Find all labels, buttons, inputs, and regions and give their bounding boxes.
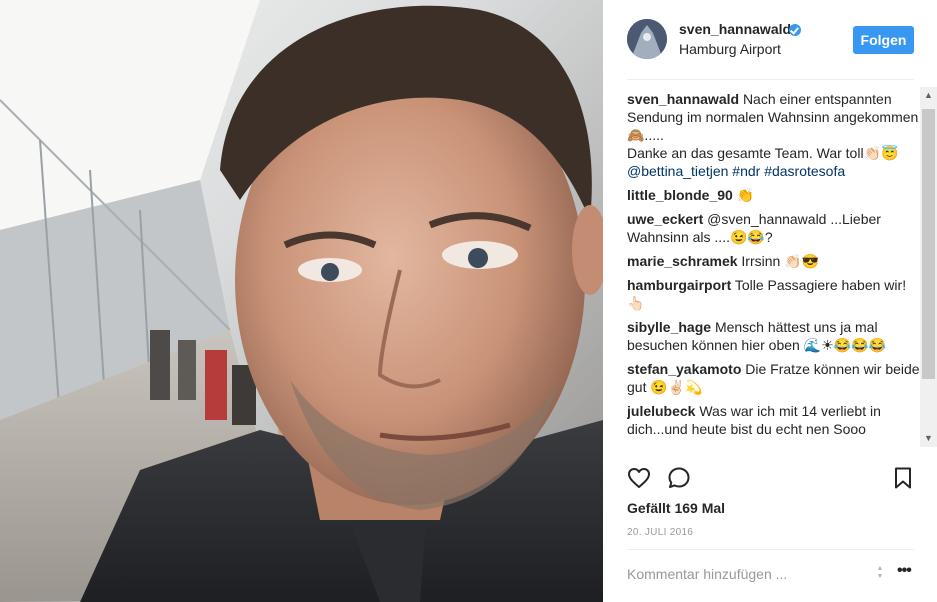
post-location[interactable]: Hamburg Airport [679, 41, 781, 57]
avatar-image [627, 19, 667, 59]
likes-count[interactable]: Gefällt 169 Mal [627, 500, 725, 516]
comment-item: hamburgairport Tolle Passagiere haben wi… [627, 276, 923, 312]
caption-hashtags[interactable]: @bettina_tietjen #ndr #dasrotesofa [627, 162, 923, 180]
scroll-up-arrow-icon[interactable]: ▲ [920, 87, 937, 104]
comment-item: marie_schramek Irrsinn 👏🏻😎 [627, 252, 923, 270]
comment-item: little_blonde_90 👏 [627, 186, 923, 204]
post-date[interactable]: 20. JULI 2016 [627, 527, 693, 538]
comment-author[interactable]: little_blonde_90 [627, 187, 733, 203]
post-author-username[interactable]: sven_hannawald [679, 21, 791, 37]
verified-badge-icon [789, 24, 801, 36]
bookmark-icon[interactable] [891, 466, 915, 490]
comment-author[interactable]: hamburgairport [627, 277, 731, 293]
post-side-panel: sven_hannawald Hamburg Airport Folgen sv… [603, 0, 937, 602]
heart-icon[interactable] [627, 466, 651, 490]
post-photo[interactable] [0, 0, 603, 602]
comment-author[interactable]: julelubeck [627, 403, 695, 419]
comment-author[interactable]: sibylle_hage [627, 319, 711, 335]
speech-bubble-icon[interactable] [667, 466, 691, 490]
comments-scrollbar[interactable]: ▲ ▼ [920, 87, 937, 447]
caption-author[interactable]: sven_hannawald [627, 91, 739, 107]
comment-item: sibylle_hage Mensch hättest uns ja mal b… [627, 318, 923, 354]
caption: sven_hannawald Nach einer entspannten Se… [627, 90, 923, 180]
caption-line-2: Danke an das gesamte Team. War toll👏🏻😇 [627, 145, 899, 161]
comments-list[interactable]: sven_hannawald Nach einer entspannten Se… [627, 90, 923, 458]
comment-text: Irrsinn 👏🏻😎 [741, 253, 820, 269]
comment-author[interactable]: marie_schramek [627, 253, 738, 269]
post-header: sven_hannawald Hamburg Airport Folgen [603, 0, 937, 79]
divider [627, 79, 914, 80]
avatar[interactable] [627, 19, 667, 59]
ellipsis-icon[interactable]: ••• [897, 563, 915, 582]
comment-text: 👏 [736, 187, 755, 203]
follow-button[interactable]: Folgen [853, 26, 914, 54]
post-actions [627, 466, 914, 494]
photo-selfie-illustration [0, 0, 603, 602]
comment-author[interactable]: stefan_yakamoto [627, 361, 741, 377]
comment-author[interactable]: uwe_eckert [627, 211, 703, 227]
comment-item: uwe_eckert @sven_hannawald ...Lieber Wah… [627, 210, 923, 246]
comment-item: stefan_yakamoto Die Fratze können wir be… [627, 360, 923, 396]
scrollbar-thumb[interactable] [922, 109, 935, 379]
add-comment-input[interactable] [627, 562, 867, 586]
divider [627, 549, 914, 550]
scroll-down-arrow-icon[interactable]: ▼ [920, 430, 937, 447]
input-spinner-icon: ▲ ▼ [876, 565, 884, 580]
comment-item: julelubeck Was war ich mit 14 verliebt i… [627, 402, 923, 438]
